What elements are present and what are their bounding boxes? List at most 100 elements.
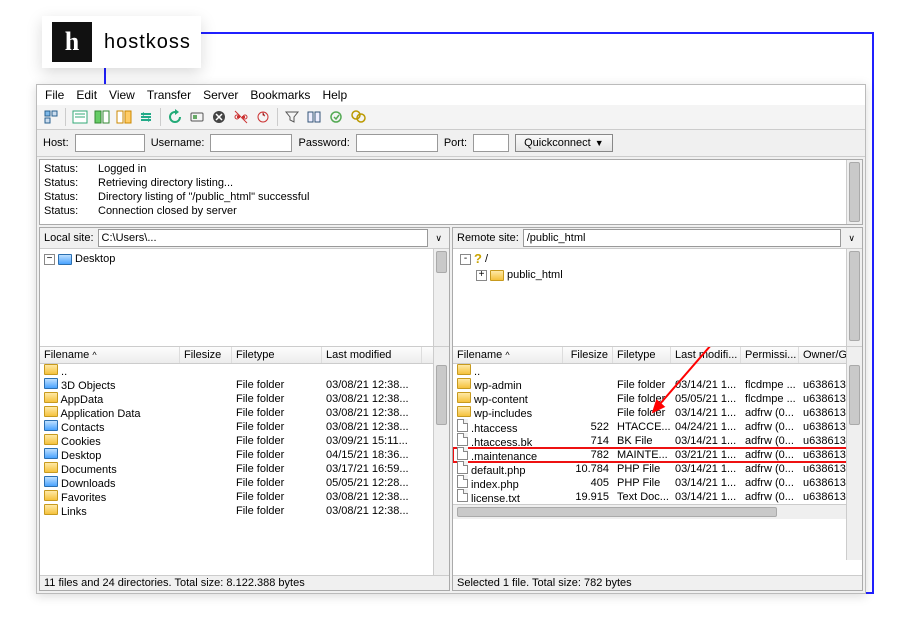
folder-icon (490, 270, 504, 281)
menu-view[interactable]: View (109, 88, 135, 102)
folder-icon (44, 434, 58, 445)
list-item[interactable]: 3D Objects File folder 03/08/21 12:38... (40, 378, 449, 392)
log-line: Status:Directory listing of "/public_htm… (44, 190, 858, 204)
menu-transfer[interactable]: Transfer (147, 88, 191, 102)
file-icon (457, 419, 468, 432)
folder-icon (44, 378, 58, 389)
col-owner[interactable]: Owner/Gr... (799, 347, 851, 363)
col-filetype[interactable]: Filetype (232, 347, 322, 363)
list-item[interactable]: Contacts File folder 03/08/21 12:38... (40, 420, 449, 434)
remote-site-bar: Remote site: ∨ (453, 228, 862, 249)
local-tree[interactable]: − Desktop (40, 249, 449, 347)
local-list-header[interactable]: Filename ^ Filesize Filetype Last modifi… (40, 347, 449, 364)
col-filesize[interactable]: Filesize (180, 347, 232, 363)
col-filetype[interactable]: Filetype (613, 347, 671, 363)
folder-icon (457, 392, 471, 403)
folder-icon (44, 476, 58, 487)
port-label: Port: (444, 137, 467, 149)
menu-edit[interactable]: Edit (76, 88, 97, 102)
quickconnect-bar: Host: Username: Password: Port: Quickcon… (37, 130, 865, 157)
local-tree-scrollbar[interactable] (433, 249, 449, 346)
local-path-input[interactable] (98, 229, 429, 247)
local-site-label: Local site: (44, 232, 94, 244)
toggle-queue-icon[interactable] (136, 107, 156, 127)
col-modified[interactable]: Last modifi... (671, 347, 741, 363)
message-log[interactable]: Status:Logged inStatus:Retrieving direct… (39, 159, 863, 225)
col-permissions[interactable]: Permissi... (741, 347, 799, 363)
sync-browse-icon[interactable] (326, 107, 346, 127)
reconnect-icon[interactable] (253, 107, 273, 127)
list-item[interactable]: Links File folder 03/08/21 12:38... (40, 504, 449, 518)
list-item[interactable]: .. (453, 364, 862, 378)
toggle-log-icon[interactable] (70, 107, 90, 127)
local-list-scrollbar[interactable] (433, 347, 449, 575)
refresh-icon[interactable] (165, 107, 185, 127)
list-item[interactable]: Downloads File folder 05/05/21 12:28... (40, 476, 449, 490)
log-scrollbar[interactable] (846, 160, 862, 224)
remote-list-scrollbar[interactable] (846, 347, 862, 560)
tree-item[interactable]: + public_html (457, 267, 858, 283)
list-item[interactable]: AppData File folder 03/08/21 12:38... (40, 392, 449, 406)
list-item[interactable]: wp-content File folder 05/05/21 1... flc… (453, 392, 862, 406)
remote-file-list[interactable]: Filename ^ Filesize Filetype Last modifi… (453, 347, 862, 575)
tree-item[interactable]: - ? / (457, 251, 858, 267)
folder-icon (44, 392, 58, 403)
compare-icon[interactable] (304, 107, 324, 127)
menu-help[interactable]: Help (322, 88, 347, 102)
brand-name: hostkoss (104, 31, 191, 54)
disconnect-icon[interactable] (231, 107, 251, 127)
col-filesize[interactable]: Filesize (563, 347, 613, 363)
cancel-icon[interactable] (209, 107, 229, 127)
menu-bookmarks[interactable]: Bookmarks (250, 88, 310, 102)
filter-icon[interactable] (282, 107, 302, 127)
remote-path-input[interactable] (523, 229, 842, 247)
toolbar-separator (65, 108, 66, 126)
list-item[interactable]: wp-admin File folder 03/14/21 1... flcdm… (453, 378, 862, 392)
password-label: Password: (298, 137, 349, 149)
folder-icon (44, 420, 58, 431)
search-icon[interactable] (348, 107, 368, 127)
col-filename[interactable]: Filename (44, 349, 89, 361)
menu-file[interactable]: File (45, 88, 64, 102)
folder-icon (457, 364, 471, 375)
unknown-icon: ? (474, 251, 482, 267)
toggle-local-tree-icon[interactable] (92, 107, 112, 127)
list-item[interactable]: .. (40, 364, 449, 378)
tree-collapse-icon[interactable]: − (44, 254, 55, 265)
col-filename[interactable]: Filename (457, 349, 502, 361)
remote-list-hscrollbar[interactable] (453, 504, 862, 519)
list-item[interactable]: Application Data File folder 03/08/21 12… (40, 406, 449, 420)
tree-expander-icon[interactable]: - (460, 254, 471, 265)
dropdown-caret-icon[interactable]: ▼ (595, 138, 604, 148)
password-input[interactable] (356, 134, 438, 152)
col-modified[interactable]: Last modified (322, 347, 422, 363)
quickconnect-button[interactable]: Quickconnect ▼ (515, 134, 613, 152)
list-item[interactable]: license.txt 19.915 Text Doc... 03/14/21 … (453, 490, 862, 504)
toolbar-separator (277, 108, 278, 126)
remote-list-header[interactable]: Filename ^ Filesize Filetype Last modifi… (453, 347, 862, 364)
folder-icon (44, 490, 58, 501)
menu-server[interactable]: Server (203, 88, 238, 102)
list-item[interactable]: Cookies File folder 03/09/21 15:11... (40, 434, 449, 448)
remote-tree[interactable]: - ? / + public_html (453, 249, 862, 347)
site-manager-icon[interactable] (41, 107, 61, 127)
list-item[interactable]: Favorites File folder 03/08/21 12:38... (40, 490, 449, 504)
process-queue-icon[interactable] (187, 107, 207, 127)
toolbar-separator (160, 108, 161, 126)
host-input[interactable] (75, 134, 145, 152)
username-input[interactable] (210, 134, 292, 152)
list-item[interactable]: Desktop File folder 04/15/21 18:36... (40, 448, 449, 462)
tree-item-label[interactable]: Desktop (75, 251, 115, 267)
dropdown-caret-icon[interactable]: ∨ (845, 233, 858, 244)
local-file-list[interactable]: Filename ^ Filesize Filetype Last modifi… (40, 347, 449, 575)
tree-expander-icon[interactable]: + (476, 270, 487, 281)
toggle-remote-tree-icon[interactable] (114, 107, 134, 127)
file-icon (457, 475, 468, 488)
quickconnect-button-label: Quickconnect (524, 137, 591, 149)
menubar[interactable]: File Edit View Transfer Server Bookmarks… (37, 85, 865, 105)
remote-tree-scrollbar[interactable] (846, 249, 862, 346)
brand-logo: h (52, 22, 92, 62)
port-input[interactable] (473, 134, 509, 152)
list-item[interactable]: Documents File folder 03/17/21 16:59... (40, 462, 449, 476)
dropdown-caret-icon[interactable]: ∨ (432, 233, 445, 244)
